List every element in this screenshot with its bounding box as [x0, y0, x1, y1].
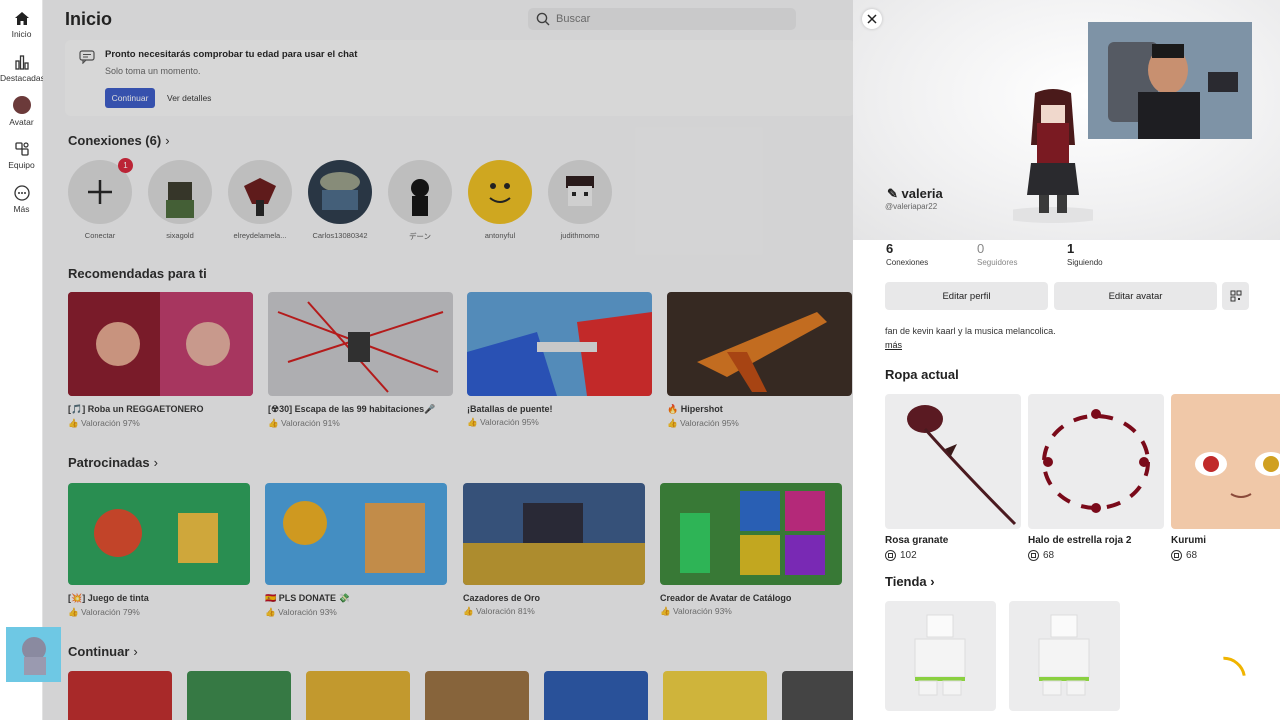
profile-bio: fan de kevin kaarl y la musica melancoli… [885, 326, 1056, 336]
item-thumbnail [1028, 394, 1164, 529]
stat-label: Siguiendo [1067, 258, 1103, 267]
outfit-title: Ropa actual [885, 367, 959, 382]
avatar-icon [12, 96, 31, 114]
qr-code-icon [1230, 290, 1241, 302]
more-icon [13, 185, 30, 201]
pencil-icon: ✎ [887, 186, 898, 201]
stat-seguidores[interactable]: 0 Seguidores [977, 241, 1017, 267]
item-thumbnail [885, 394, 1021, 529]
robux-icon [1171, 550, 1182, 561]
bio-more-link[interactable]: más [885, 340, 902, 350]
webcam-overlay [1088, 22, 1252, 139]
outfit-item[interactable]: Kurumi 68 [1171, 394, 1280, 561]
item-price: 68 [1028, 550, 1164, 561]
nav-item-mas[interactable]: Más [0, 185, 43, 214]
item-thumbnail [1171, 394, 1280, 529]
nav-item-equipo[interactable]: Equipo [0, 141, 43, 170]
profile-handle: @valeriapar22 [885, 202, 938, 211]
nav-item-inicio[interactable]: Inicio [0, 11, 43, 39]
modal-backdrop[interactable] [43, 0, 853, 720]
nav-label: Destacadas [0, 73, 45, 83]
stat-label: Conexiones [886, 258, 929, 267]
stat-number: 0 [977, 241, 985, 256]
chevron-right-icon: › [930, 574, 935, 589]
nav-label: Avatar [9, 117, 34, 127]
nav-label: Más [13, 204, 30, 214]
item-name: Halo de estrella roja 2 [1028, 535, 1132, 546]
stat-number: 1 [1067, 241, 1075, 256]
nav-label: Equipo [8, 160, 35, 170]
close-button[interactable] [862, 9, 882, 29]
stat-label: Seguidores [977, 258, 1018, 267]
shop-title: Tienda [885, 574, 927, 589]
stat-conexiones[interactable]: 6 Conexiones [886, 241, 928, 267]
shop-item[interactable] [1009, 601, 1120, 711]
item-name: Kurumi [1171, 535, 1206, 546]
price-value: 68 [1186, 550, 1198, 561]
item-price: 102 [885, 550, 1021, 561]
profile-name-text: valeria [901, 186, 943, 201]
profile-panel: ✎ valeria @valeriapar22 6 Conexiones 0 S… [853, 0, 1280, 720]
chart-icon [14, 55, 29, 70]
robux-icon [885, 550, 896, 561]
nav-label: Inicio [11, 29, 32, 39]
nav-item-avatar[interactable]: Avatar [0, 96, 43, 127]
close-icon [867, 14, 877, 24]
left-nav: Inicio Destacadas Avatar Equipo Más [0, 0, 45, 720]
item-name: Rosa granate [885, 535, 949, 546]
price-value: 68 [1043, 550, 1055, 561]
team-icon [14, 142, 29, 156]
shop-header[interactable]: Tienda › [885, 574, 935, 589]
pigeon-overlay-image [6, 627, 61, 682]
item-price: 68 [1171, 550, 1280, 561]
home-icon [14, 12, 29, 25]
outfit-item[interactable]: Halo de estrella roja 2 68 [1028, 394, 1164, 561]
profile-name: ✎ valeria [887, 186, 943, 202]
qr-code-button[interactable] [1222, 282, 1249, 310]
outfit-item[interactable]: Rosa granate 102 [885, 394, 1021, 561]
avatar-render [1013, 89, 1093, 223]
edit-profile-button[interactable]: Editar perfil [885, 282, 1048, 310]
nav-item-destacadas[interactable]: Destacadas [0, 55, 45, 83]
price-value: 102 [900, 550, 917, 561]
robux-icon [1028, 550, 1039, 561]
stat-number: 6 [886, 241, 894, 256]
edit-avatar-button[interactable]: Editar avatar [1054, 282, 1217, 310]
stat-siguiendo[interactable]: 1 Siguiendo [1067, 241, 1103, 267]
shop-item[interactable] [885, 601, 996, 711]
